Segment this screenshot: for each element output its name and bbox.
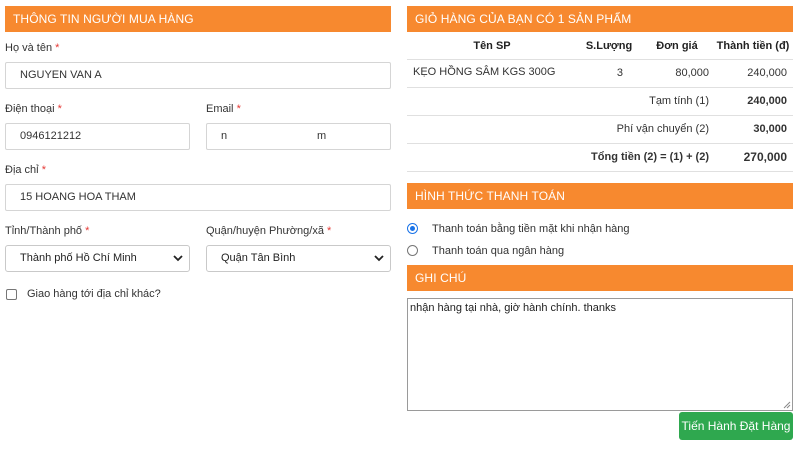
note-section-title: GHI CHÚ xyxy=(407,264,793,291)
ship-other-row[interactable]: Giao hàng tới địa chỉ khác? xyxy=(5,288,391,300)
email-input[interactable]: n m xyxy=(206,123,391,150)
shipping-label: Phí vận chuyển (2) xyxy=(407,115,713,144)
phone-label: Điện thoại * xyxy=(5,103,62,115)
subtotal-value: 240,000 xyxy=(713,87,793,116)
payment-radio-cash[interactable] xyxy=(407,223,418,234)
address-label: Địa chỉ * xyxy=(5,164,46,176)
grand-total-value: 270,000 xyxy=(713,143,793,172)
buyer-section-title: THÔNG TIN NGƯỜI MUA HÀNG xyxy=(5,6,391,32)
subtotal-label: Tạm tính (1) xyxy=(407,87,713,116)
shipping-value: 30,000 xyxy=(713,115,793,144)
col-total: Thành tiền (đ) xyxy=(713,33,793,60)
payment-option-cash[interactable]: Thanh toán bằng tiền mặt khi nhận hàng xyxy=(407,219,793,239)
email-label: Email * xyxy=(206,103,241,115)
payment-radio-bank[interactable] xyxy=(407,245,418,256)
chevron-down-icon xyxy=(374,255,384,262)
chevron-down-icon xyxy=(173,255,183,262)
grand-total-row: Tổng tiền (2) = (1) + (2) 270,000 xyxy=(407,143,793,172)
payment-option-bank[interactable]: Thanh toán qua ngân hàng xyxy=(407,241,793,261)
grand-total-label: Tổng tiền (2) = (1) + (2) xyxy=(407,143,713,172)
cart-section-title: GIỎ HÀNG CỦA BẠN CÓ 1 SẢN PHẨM xyxy=(407,6,793,32)
name-label: Họ và tên * xyxy=(5,42,60,54)
col-product: Tên SP xyxy=(407,33,577,60)
resize-handle-icon[interactable] xyxy=(783,401,791,409)
cart-table: Tên SP S.Lượng Đơn giá Thành tiền (đ) KẸ… xyxy=(407,33,793,172)
cart-header-row: Tên SP S.Lượng Đơn giá Thành tiền (đ) xyxy=(407,33,793,60)
col-price: Đơn giá xyxy=(641,33,713,60)
item-qty: 3 xyxy=(577,59,641,88)
place-order-button[interactable]: Tiến Hành Đặt Hàng xyxy=(679,412,793,440)
name-input[interactable]: NGUYEN VAN A xyxy=(5,62,391,89)
ship-other-label: Giao hàng tới địa chỉ khác? xyxy=(27,288,161,300)
phone-input[interactable]: 0946121212 xyxy=(5,123,190,150)
order-panel: GIỎ HÀNG CỦA BẠN CÓ 1 SẢN PHẨM Tên SP S.… xyxy=(407,6,793,440)
buyer-info-panel: THÔNG TIN NGƯỜI MUA HÀNG Họ và tên * NGU… xyxy=(5,6,391,300)
district-label: Quận/huyện Phường/xã * xyxy=(206,225,332,237)
shipping-row: Phí vận chuyển (2) 30,000 xyxy=(407,115,793,144)
item-price: 80,000 xyxy=(641,59,713,88)
payment-options: Thanh toán bằng tiền mặt khi nhận hàng T… xyxy=(407,219,793,261)
payment-section-title: HÌNH THỨC THANH TOÁN xyxy=(407,182,793,209)
ship-other-checkbox[interactable] xyxy=(6,288,17,300)
item-total: 240,000 xyxy=(713,59,793,88)
subtotal-row: Tạm tính (1) 240,000 xyxy=(407,87,793,116)
col-qty: S.Lượng xyxy=(577,33,641,60)
province-label: Tỉnh/Thành phố * xyxy=(5,225,90,237)
province-select[interactable]: Thành phố Hồ Chí Minh xyxy=(5,245,190,272)
table-row: KẸO HỒNG SÂM KGS 300G 3 80,000 240,000 xyxy=(407,59,793,88)
note-textarea[interactable]: nhận hàng tại nhà, giờ hành chính. thank… xyxy=(407,297,793,411)
district-select[interactable]: Quận Tân Bình xyxy=(206,245,391,272)
address-input[interactable]: 15 HOANG HOA THAM xyxy=(5,184,391,211)
item-name: KẸO HỒNG SÂM KGS 300G xyxy=(407,59,577,88)
